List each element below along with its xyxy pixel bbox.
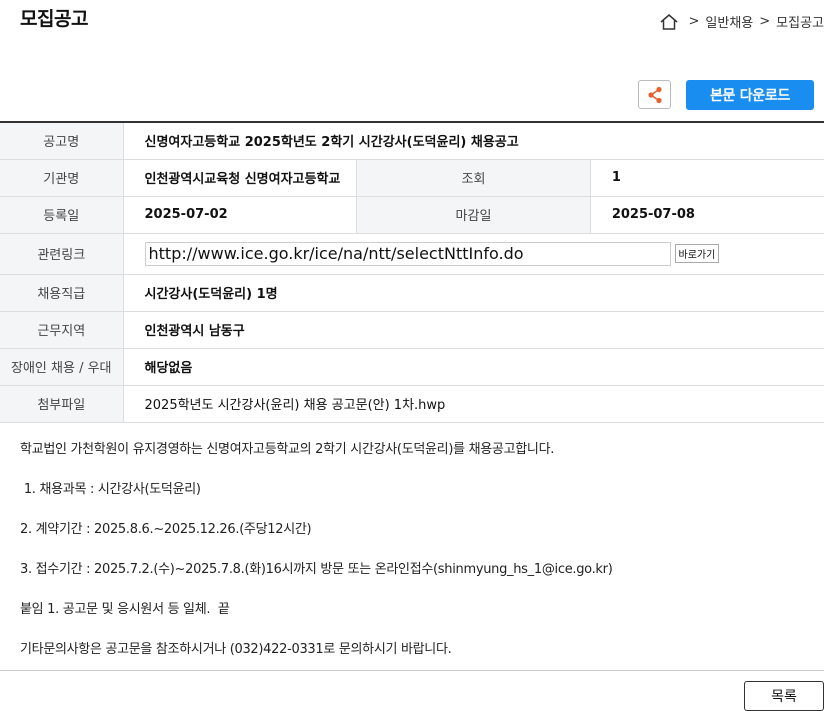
body-paragraph: 학교법인 가천학원이 유지경영하는 신명여자고등학교의 2학기 시간강사(도덕윤… [20, 442, 555, 457]
name-value: 신명여자고등학교 2025학년도 2학기 시간강사(도덕윤리) 채용공고 [123, 122, 824, 160]
area-value: 인천광역시 남동구 [123, 311, 824, 349]
body-paragraph: 2. 계약기간 : 2025.8.6.~2025.12.26.(주당12시간) [20, 522, 312, 537]
post-body: 학교법인 가천학원이 유지경영하는 신명여자고등학교의 2학기 시간강사(도덕윤… [20, 441, 810, 681]
deadline-value: 2025-07-08 [590, 196, 824, 234]
home-icon[interactable] [660, 13, 678, 30]
job-value: 시간강사(도덕윤리) 1명 [123, 274, 824, 312]
go-link-button[interactable]: 바로가기 [674, 244, 720, 263]
link-label: 관련링크 [0, 233, 124, 275]
breadcrumb-separator: > [759, 14, 771, 29]
page-title: 모집공고 [20, 8, 88, 30]
file-label: 첨부파일 [0, 385, 124, 423]
share-button[interactable] [638, 80, 671, 109]
org-value: 인천광역시교육청 신명여자고등학교 [123, 159, 358, 197]
breadcrumb: > 일반채용 > 모집공고 [660, 12, 824, 31]
body-paragraph: 붙임 1. 공고문 및 응시원서 등 일체. 끝 [20, 602, 230, 617]
name-label: 공고명 [0, 122, 124, 160]
link-cell: http://www.ice.go.kr/ice/na/ntt/selectNt… [123, 233, 824, 275]
breadcrumb-item-general[interactable]: 일반채용 [705, 12, 753, 31]
breadcrumb-item-recruit[interactable]: 모집공고 [776, 12, 824, 31]
share-icon [647, 86, 662, 103]
attachment-link[interactable]: 2025학년도 시간강사(윤리) 채용 공고문(안) 1차.hwp [123, 385, 824, 423]
views-label: 조회 [356, 159, 591, 197]
deadline-label: 마감일 [356, 196, 591, 234]
reg-value: 2025-07-02 [123, 196, 358, 234]
area-label: 근무지역 [0, 311, 124, 349]
views-value: 1 [590, 159, 824, 197]
breadcrumb-separator: > [688, 14, 700, 29]
job-label: 채용직급 [0, 274, 124, 312]
info-table: 공고명 신명여자고등학교 2025학년도 2학기 시간강사(도덕윤리) 채용공고… [0, 121, 824, 423]
divider [0, 670, 824, 671]
org-label: 기관명 [0, 159, 124, 197]
body-paragraph: 1. 채용과목 : 시간강사(도덕윤리) [20, 482, 201, 497]
body-paragraph: 3. 접수기간 : 2025.7.2.(수)~2025.7.8.(화)16시까지… [20, 562, 613, 577]
disabled-label: 장애인 채용 / 우대 [0, 348, 124, 386]
reg-label: 등록일 [0, 196, 124, 234]
list-button[interactable]: 목록 [744, 681, 824, 711]
download-button[interactable]: 본문 다운로드 [686, 80, 814, 110]
link-url[interactable]: http://www.ice.go.kr/ice/na/ntt/selectNt… [144, 241, 671, 266]
disabled-value: 해당없음 [123, 348, 824, 386]
body-paragraph: 기타문의사항은 공고문을 참조하시거나 (032)422-0331로 문의하시기… [20, 642, 452, 657]
